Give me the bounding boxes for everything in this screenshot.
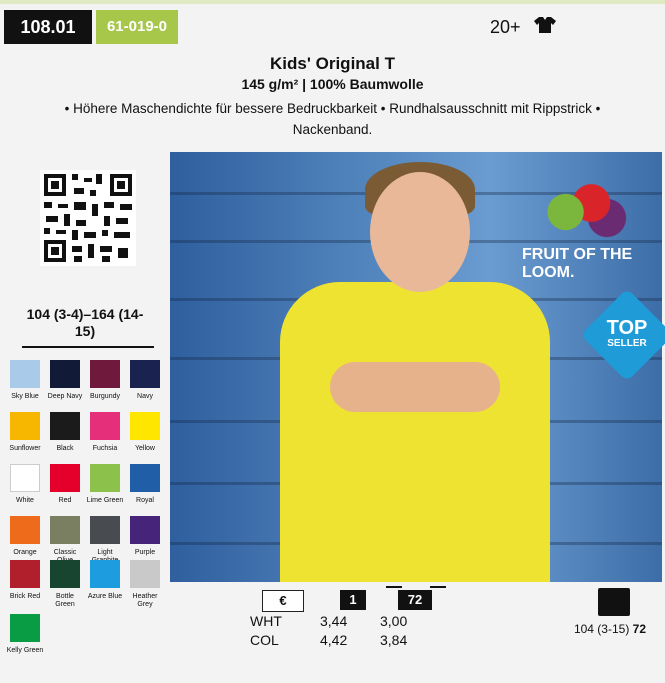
brand-logo-text: FRUIT OF THE LOOM.: [522, 246, 633, 281]
child-face: [370, 172, 470, 292]
swatch-color: [50, 516, 80, 544]
product-photo: FRUIT OF THE LOOM.: [170, 152, 662, 582]
color-swatch[interactable]: Burgundy: [86, 360, 124, 401]
swatch-label: White: [16, 497, 34, 504]
swatch-label: Azure Blue: [87, 593, 123, 600]
swatch-color: [130, 464, 160, 492]
color-swatch[interactable]: Brick Red: [6, 560, 44, 601]
price-72: 3,84: [380, 632, 408, 648]
child-arms: [330, 362, 500, 412]
child-shirt: [280, 282, 550, 582]
color-swatch[interactable]: Bottle Green: [46, 560, 84, 609]
color-swatch[interactable]: Red: [46, 464, 84, 505]
care-icons: 20+: [490, 12, 557, 42]
swatch-label: Yellow: [135, 445, 155, 452]
color-swatch[interactable]: Kelly Green: [6, 614, 44, 655]
color-swatch[interactable]: Purple: [126, 516, 164, 557]
pack-line-left: [386, 586, 402, 588]
t-shirt-icon: [533, 16, 557, 39]
swatch-color: [50, 464, 80, 492]
swatch-color: [50, 412, 80, 440]
price-row: COL 4,42 3,84: [250, 632, 470, 648]
top-accent-bar: [0, 0, 665, 4]
qr-code: [40, 170, 136, 266]
color-swatch[interactable]: Classic Olive: [46, 516, 84, 565]
swatch-label: Black: [56, 445, 74, 452]
swatch-color: [130, 516, 160, 544]
color-swatch[interactable]: Navy: [126, 360, 164, 401]
color-swatch[interactable]: Deep Navy: [46, 360, 84, 401]
color-swatch[interactable]: Lime Green: [86, 464, 124, 505]
swatch-label: Deep Navy: [47, 393, 83, 400]
swatch-color: [90, 464, 120, 492]
swatch-label: Kelly Green: [6, 647, 44, 654]
color-swatch[interactable]: Light Graphite: [86, 516, 124, 565]
supplier-number: 61-019-0: [96, 10, 178, 44]
color-swatch[interactable]: Sky Blue: [6, 360, 44, 401]
price-row: WHT 3,44 3,00: [250, 613, 470, 629]
swatch-label: Brick Red: [9, 593, 41, 600]
carton-icon: [598, 588, 630, 616]
color-swatch[interactable]: Royal: [126, 464, 164, 505]
swatch-label: Navy: [137, 393, 153, 400]
swatch-label: Red: [58, 497, 72, 504]
color-swatch[interactable]: Yellow: [126, 412, 164, 453]
swatch-color: [90, 516, 120, 544]
carton-size: 104 (3-15): [573, 622, 630, 636]
swatch-label: Lime Green: [86, 497, 124, 504]
product-title: Kids' Original T: [270, 54, 395, 73]
color-swatch[interactable]: White: [6, 464, 44, 505]
swatch-label: Heather Grey: [132, 593, 158, 608]
swatch-color: [130, 560, 160, 588]
swatch-label: Purple: [134, 549, 156, 556]
color-swatch[interactable]: Sunflower: [6, 412, 44, 453]
swatch-color: [90, 560, 120, 588]
price-72: 3,00: [380, 613, 408, 629]
color-swatch[interactable]: Orange: [6, 516, 44, 557]
size-range: 104 (3-4)–164 (14-15): [26, 306, 144, 339]
swatch-color: [130, 360, 160, 388]
swatch-color: [10, 412, 40, 440]
product-description: • Höhere Maschendichte für bessere Bedru…: [64, 101, 601, 137]
swatch-color: [10, 516, 40, 544]
swatch-label: Royal: [136, 497, 154, 504]
swatch-color: [90, 412, 120, 440]
brand-fruit-logo: [538, 182, 630, 242]
swatch-label: Sunflower: [9, 445, 41, 452]
article-number: 108.01: [4, 10, 92, 44]
qty-72-header: 72: [398, 590, 432, 610]
qty-1-header: 1: [340, 590, 366, 610]
swatch-color: [10, 614, 40, 642]
swatch-color: [10, 560, 40, 588]
wash-temperature-icon: 20+: [490, 16, 521, 37]
color-swatch[interactable]: Fuchsia: [86, 412, 124, 453]
color-swatch[interactable]: Heather Grey: [126, 560, 164, 609]
pack-line-right: [430, 586, 446, 588]
swatch-label: Sky Blue: [11, 393, 39, 400]
swatch-color: [50, 360, 80, 388]
divider: [22, 346, 154, 348]
swatch-label: Bottle Green: [55, 593, 75, 608]
price-1: 4,42: [320, 632, 348, 648]
price-1: 3,44: [320, 613, 348, 629]
carton-qty: 72: [632, 622, 647, 636]
swatch-label: Fuchsia: [92, 445, 118, 452]
swatch-color: [10, 464, 40, 492]
price-label: COL: [250, 632, 279, 648]
swatch-color: [130, 412, 160, 440]
color-swatch[interactable]: Black: [46, 412, 84, 453]
swatch-color: [90, 360, 120, 388]
swatch-label: Orange: [13, 549, 37, 556]
top-seller-text: TOP SELLER: [594, 318, 660, 350]
product-subtitle: 145 g/m² | 100% Baumwolle: [241, 76, 424, 92]
carton-info: 104 (3-15) 72: [560, 622, 660, 636]
price-label: WHT: [250, 613, 282, 629]
currency-header: €: [262, 590, 304, 612]
swatch-color: [50, 560, 80, 588]
top-seller-top: TOP: [606, 317, 648, 339]
swatch-color: [10, 360, 40, 388]
color-swatch[interactable]: Azure Blue: [86, 560, 124, 601]
top-seller-bottom: SELLER: [607, 338, 647, 349]
swatch-label: Burgundy: [90, 393, 120, 400]
